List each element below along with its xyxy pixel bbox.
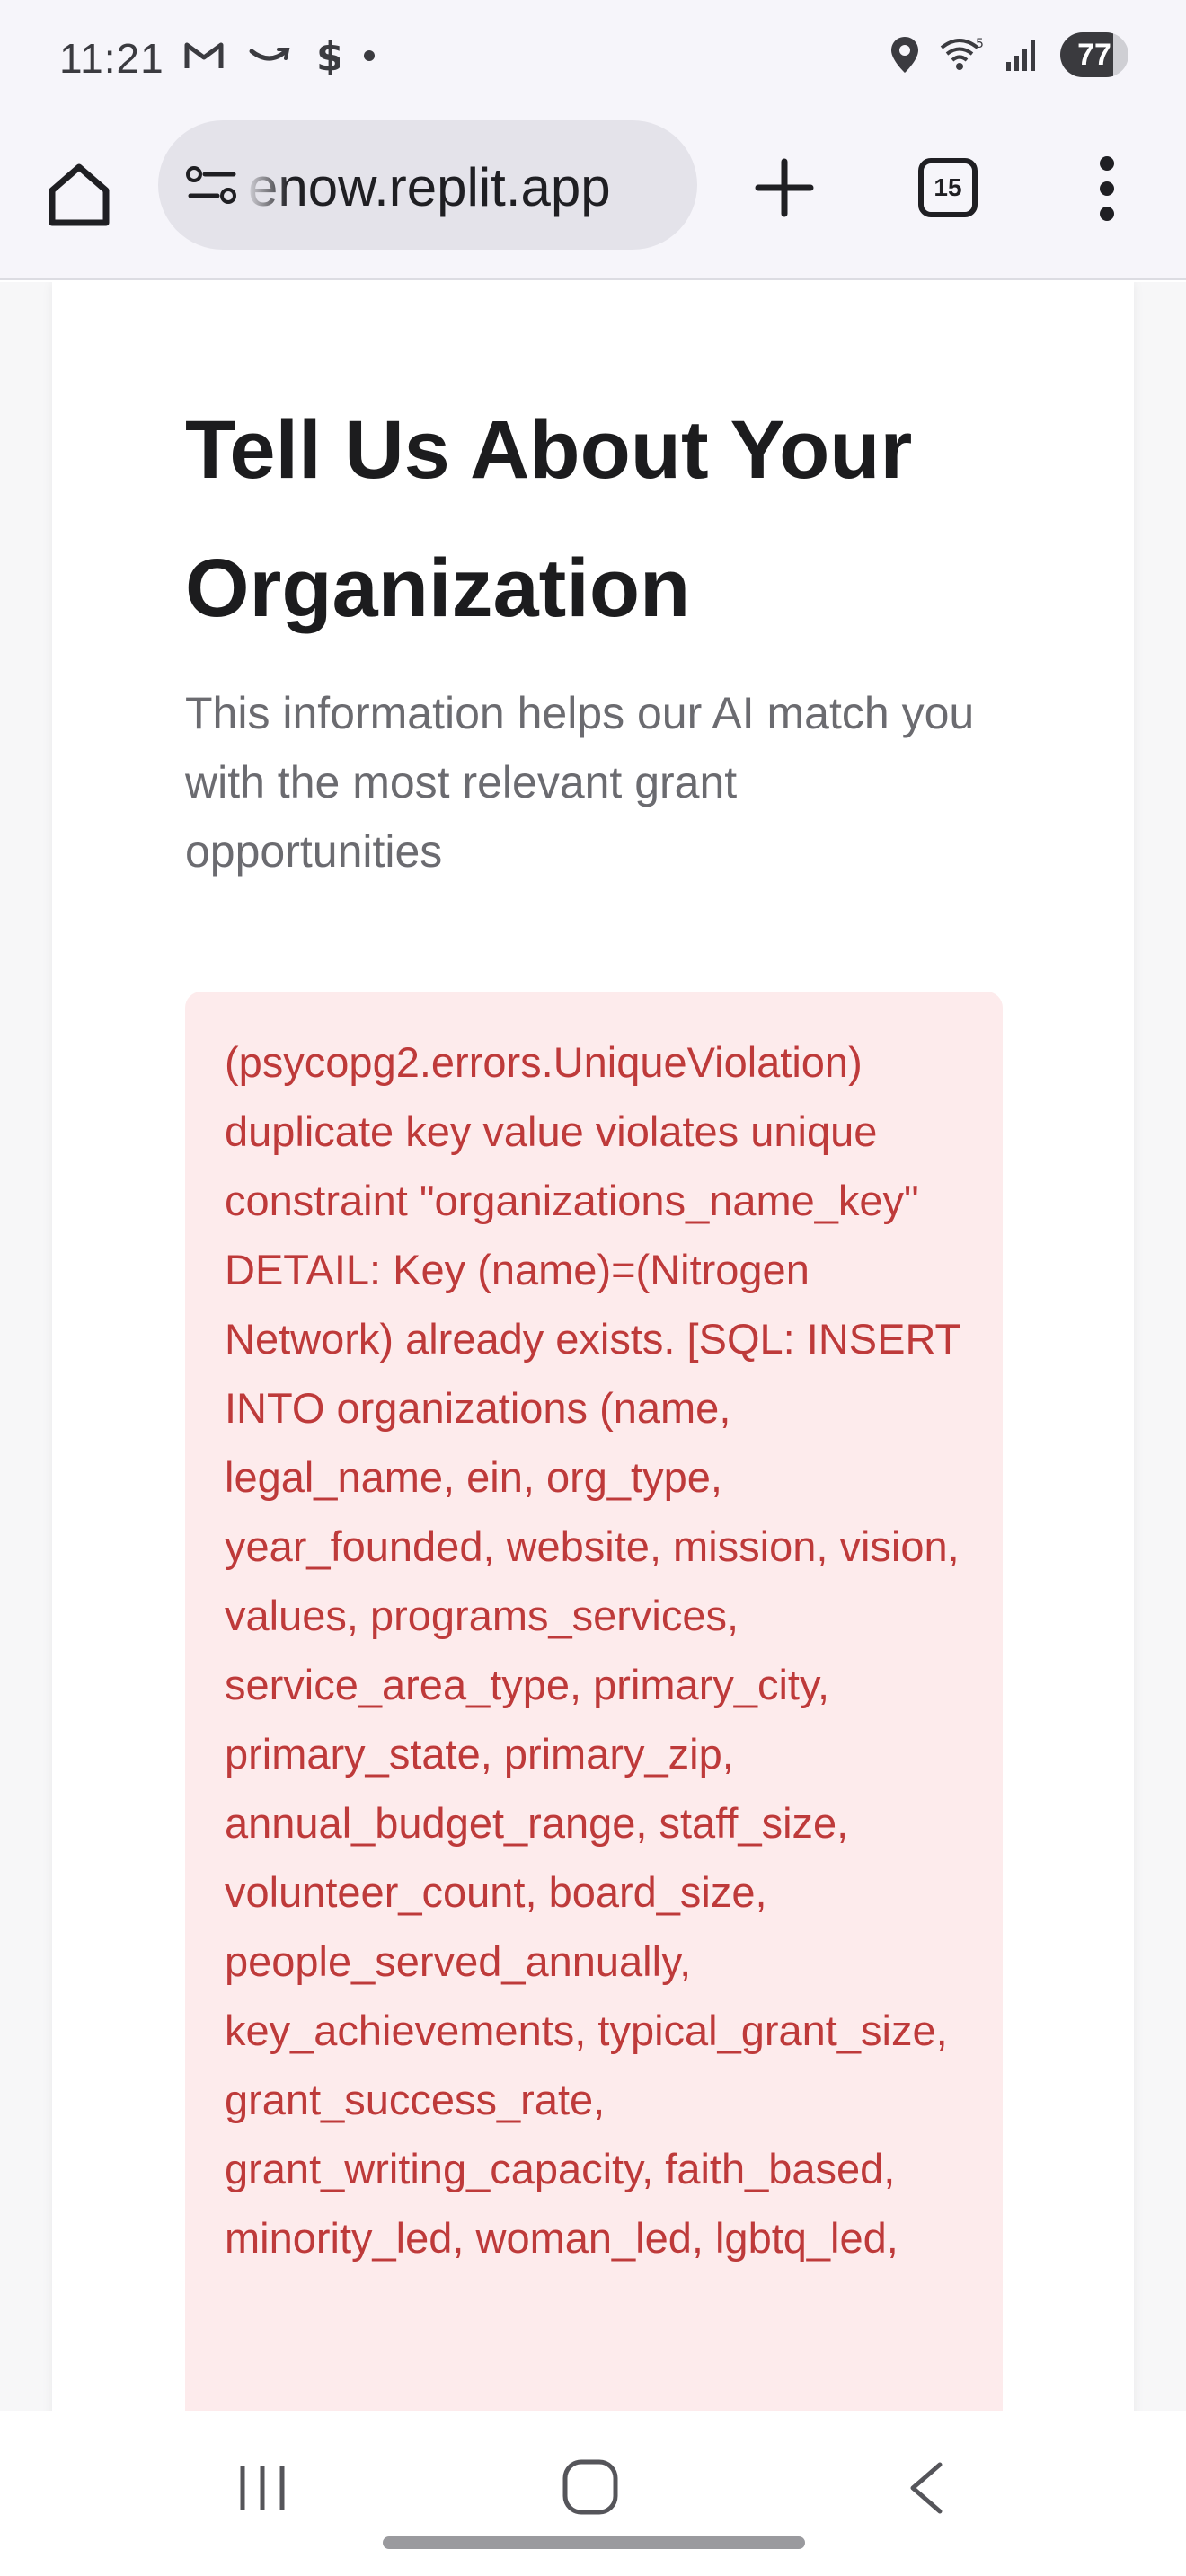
- dot-icon: [364, 50, 375, 61]
- page-title: Tell Us About Your Organization: [185, 404, 913, 634]
- battery-icon: 77: [1060, 32, 1128, 77]
- amazon-icon: [249, 48, 290, 61]
- svg-text:$: $: [316, 36, 340, 75]
- navigation-bar: [0, 2411, 1186, 2576]
- gmail-icon: [184, 42, 224, 68]
- error-message: (psycopg2.errors.UniqueViolation) duplic…: [225, 1038, 960, 2262]
- home-icon[interactable]: [45, 160, 113, 228]
- new-tab-icon[interactable]: [753, 156, 816, 219]
- tab-switcher-button[interactable]: 15: [918, 158, 978, 217]
- system-icons: 5 77: [890, 32, 1128, 77]
- svg-text:5: 5: [976, 37, 984, 51]
- site-info-icon[interactable]: [185, 165, 239, 207]
- wifi-icon: 5: [940, 37, 984, 70]
- back-icon[interactable]: [904, 2461, 949, 2515]
- dollar-icon: $: [316, 36, 340, 75]
- signal-icon: [1006, 40, 1035, 71]
- status-time: 11:21: [59, 35, 164, 82]
- web-page: Tell Us About Your Organization This inf…: [0, 282, 1186, 2411]
- error-alert: (psycopg2.errors.UniqueViolation) duplic…: [185, 992, 1003, 2411]
- more-options-icon[interactable]: [1089, 154, 1125, 223]
- gesture-handle[interactable]: [383, 2536, 805, 2549]
- url-text: enow.replit.app: [248, 157, 611, 217]
- page-subtitle: This information helps our AI match you …: [185, 688, 975, 877]
- battery-level: 77: [1077, 37, 1111, 72]
- form-card: Tell Us About Your Organization This inf…: [52, 282, 1134, 2411]
- address-bar[interactable]: enow.replit.app: [158, 120, 697, 250]
- status-bar: 11:21 $ 5 77: [0, 0, 1186, 115]
- location-icon: [891, 37, 918, 73]
- notification-icons: $: [183, 36, 376, 75]
- home-button-icon[interactable]: [561, 2457, 620, 2517]
- recent-apps-icon[interactable]: [235, 2461, 289, 2515]
- browser-toolbar: enow.replit.app 15: [0, 115, 1186, 280]
- tab-count: 15: [934, 173, 962, 201]
